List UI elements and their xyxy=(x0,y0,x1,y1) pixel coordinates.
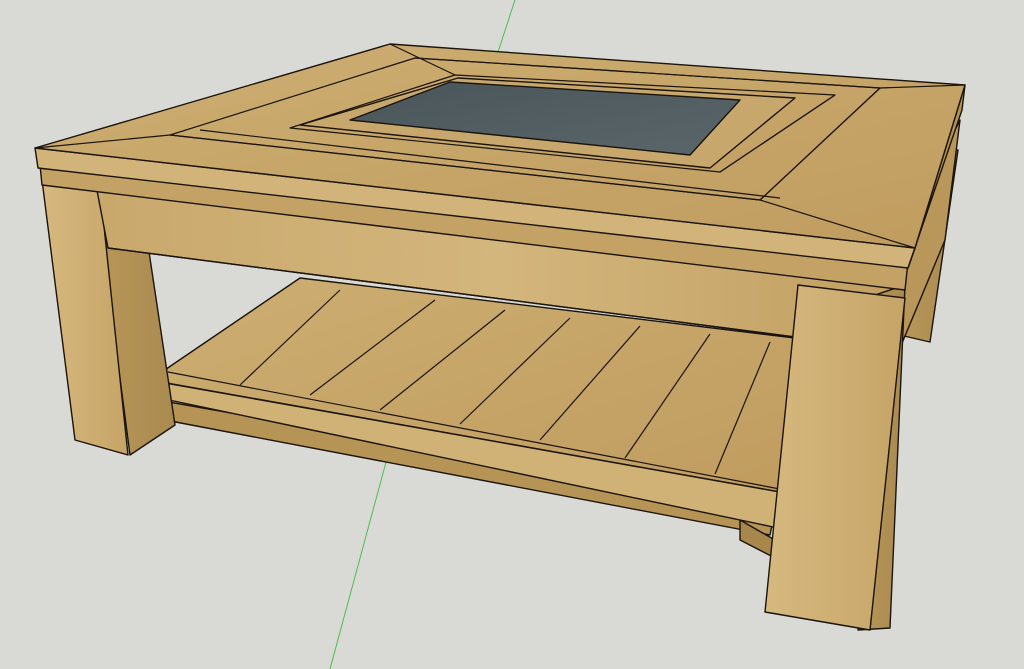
green-axis-line-lower xyxy=(329,439,393,669)
3d-viewport[interactable] xyxy=(0,0,1024,669)
model-canvas[interactable] xyxy=(0,0,1024,669)
green-axis-line xyxy=(497,0,516,53)
coffee-table-model[interactable] xyxy=(34,43,966,631)
